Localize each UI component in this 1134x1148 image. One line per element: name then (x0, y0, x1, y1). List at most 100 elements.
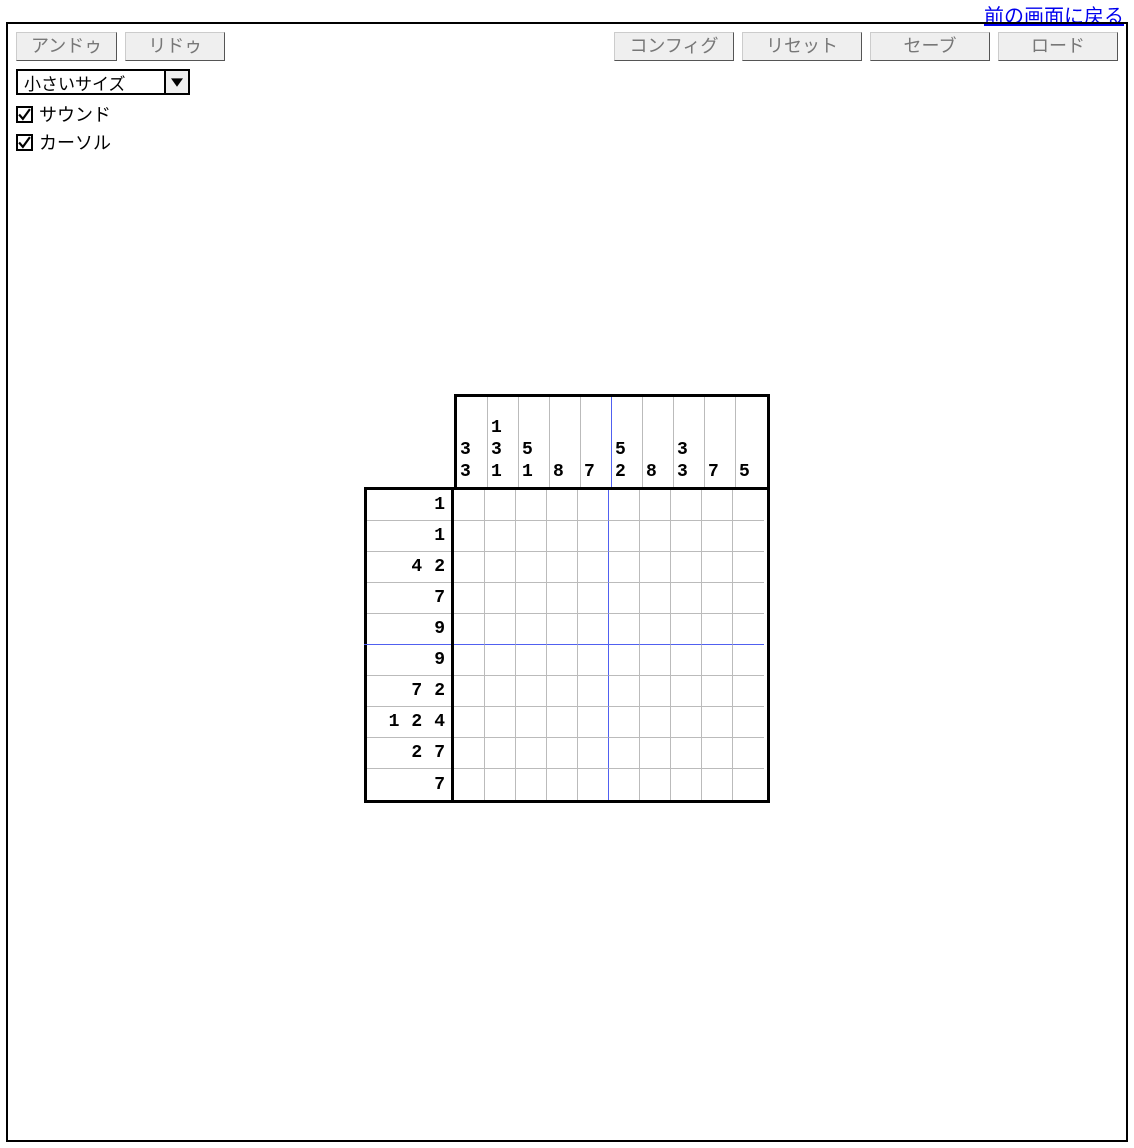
grid-cell[interactable] (454, 645, 485, 676)
grid-cell[interactable] (640, 552, 671, 583)
grid-cell[interactable] (578, 552, 609, 583)
grid-cell[interactable] (640, 738, 671, 769)
grid-cell[interactable] (702, 769, 733, 800)
grid-cell[interactable] (671, 490, 702, 521)
grid-cell[interactable] (485, 738, 516, 769)
grid-cell[interactable] (671, 552, 702, 583)
grid-cell[interactable] (640, 707, 671, 738)
grid-cell[interactable] (454, 583, 485, 614)
grid-cell[interactable] (547, 738, 578, 769)
grid-cell[interactable] (547, 769, 578, 800)
grid-cell[interactable] (485, 645, 516, 676)
grid-cell[interactable] (516, 614, 547, 645)
grid-cell[interactable] (640, 676, 671, 707)
save-button[interactable]: セーブ (870, 32, 990, 61)
grid-cell[interactable] (485, 583, 516, 614)
grid-cell[interactable] (485, 676, 516, 707)
grid-cell[interactable] (547, 583, 578, 614)
grid-cell[interactable] (733, 645, 764, 676)
grid-cell[interactable] (547, 521, 578, 552)
load-button[interactable]: ロード (998, 32, 1118, 61)
grid-cell[interactable] (578, 521, 609, 552)
grid-cell[interactable] (516, 490, 547, 521)
grid-cell[interactable] (454, 521, 485, 552)
grid-cell[interactable] (609, 738, 640, 769)
grid-cell[interactable] (671, 614, 702, 645)
grid-cell[interactable] (547, 645, 578, 676)
grid-cell[interactable] (702, 521, 733, 552)
grid-cell[interactable] (454, 707, 485, 738)
grid-cell[interactable] (578, 583, 609, 614)
grid-cell[interactable] (702, 738, 733, 769)
grid-cell[interactable] (516, 676, 547, 707)
grid-cell[interactable] (547, 490, 578, 521)
grid-cell[interactable] (702, 614, 733, 645)
grid-cell[interactable] (640, 769, 671, 800)
grid-cell[interactable] (640, 521, 671, 552)
grid-cell[interactable] (485, 552, 516, 583)
grid-cell[interactable] (454, 614, 485, 645)
grid-cell[interactable] (516, 707, 547, 738)
grid-cell[interactable] (454, 738, 485, 769)
grid-cell[interactable] (454, 676, 485, 707)
grid-cell[interactable] (516, 552, 547, 583)
grid-cell[interactable] (485, 707, 516, 738)
grid-cell[interactable] (485, 521, 516, 552)
grid-cell[interactable] (733, 552, 764, 583)
config-button[interactable]: コンフィグ (614, 32, 734, 61)
grid-cell[interactable] (733, 521, 764, 552)
grid-cell[interactable] (578, 645, 609, 676)
grid-cell[interactable] (454, 769, 485, 800)
grid-cell[interactable] (609, 521, 640, 552)
grid-cell[interactable] (671, 676, 702, 707)
grid-cell[interactable] (516, 583, 547, 614)
grid-cell[interactable] (485, 490, 516, 521)
grid-cell[interactable] (547, 707, 578, 738)
grid-cell[interactable] (485, 614, 516, 645)
grid-cell[interactable] (609, 552, 640, 583)
grid-cell[interactable] (516, 769, 547, 800)
grid-cell[interactable] (733, 614, 764, 645)
grid-cell[interactable] (485, 769, 516, 800)
puzzle-grid[interactable] (454, 490, 764, 800)
grid-cell[interactable] (671, 769, 702, 800)
sound-checkbox[interactable] (16, 106, 33, 123)
grid-cell[interactable] (671, 521, 702, 552)
grid-cell[interactable] (640, 614, 671, 645)
cursor-checkbox[interactable] (16, 134, 33, 151)
grid-cell[interactable] (733, 490, 764, 521)
grid-cell[interactable] (702, 552, 733, 583)
grid-cell[interactable] (733, 738, 764, 769)
grid-cell[interactable] (454, 552, 485, 583)
grid-cell[interactable] (578, 707, 609, 738)
grid-cell[interactable] (671, 645, 702, 676)
grid-cell[interactable] (702, 490, 733, 521)
grid-cell[interactable] (640, 490, 671, 521)
grid-cell[interactable] (547, 614, 578, 645)
grid-cell[interactable] (733, 769, 764, 800)
grid-cell[interactable] (609, 614, 640, 645)
redo-button[interactable]: リドゥ (125, 32, 225, 61)
grid-cell[interactable] (640, 583, 671, 614)
grid-cell[interactable] (578, 614, 609, 645)
grid-cell[interactable] (609, 769, 640, 800)
grid-cell[interactable] (702, 707, 733, 738)
grid-cell[interactable] (516, 521, 547, 552)
grid-cell[interactable] (733, 707, 764, 738)
grid-cell[interactable] (733, 676, 764, 707)
grid-cell[interactable] (578, 769, 609, 800)
grid-cell[interactable] (609, 490, 640, 521)
grid-cell[interactable] (609, 583, 640, 614)
grid-cell[interactable] (671, 707, 702, 738)
grid-cell[interactable] (671, 583, 702, 614)
grid-cell[interactable] (454, 490, 485, 521)
grid-cell[interactable] (578, 676, 609, 707)
undo-button[interactable]: アンドゥ (16, 32, 117, 61)
grid-cell[interactable] (547, 552, 578, 583)
size-select[interactable]: 小さいサイズ (16, 69, 190, 95)
grid-cell[interactable] (578, 490, 609, 521)
grid-cell[interactable] (702, 583, 733, 614)
grid-cell[interactable] (702, 676, 733, 707)
grid-cell[interactable] (609, 676, 640, 707)
grid-cell[interactable] (516, 738, 547, 769)
